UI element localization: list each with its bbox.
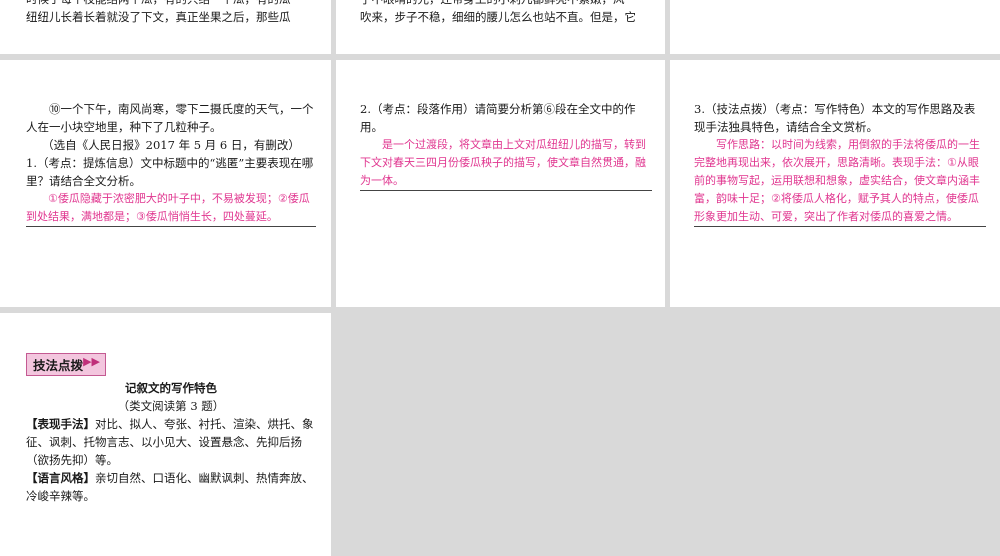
tips-subtitle: （类文阅读第 3 题） xyxy=(117,399,225,413)
top-left-panel: 时候于每个枝能结两个瓜，有的只结一个瓜，有的瓜 纽纽儿长着长着就没了下文，真正坐… xyxy=(0,0,331,54)
top-left-line-1: 时候于每个枝能结两个瓜，有的只结一个瓜，有的瓜 xyxy=(26,0,316,8)
panel-question-1: ⑩一个下午，南风尚寒，零下二摄氏度的天气，一个人在一小块空地里，种下了几粒种子。… xyxy=(0,60,331,307)
top-mid-line-1: 了不眼晴的光，还带身上的小刺儿都鲜亮不紫嫩，风 xyxy=(360,0,650,8)
question-3: 3.（技法点拨）（考点：写作特色）本文的写作思路及表现手法独具特色，请结合全文赏… xyxy=(694,102,976,134)
question-1: 1.（考点：提炼信息）文中标题中的“逃匿”主要表现在哪里？请结合全文分析。 xyxy=(26,156,314,188)
answer-1: ①倭瓜隐藏于浓密肥大的叶子中，不易被发现；②倭瓜到处结果，满地都是；③倭瓜悄悄生… xyxy=(26,190,316,227)
double-arrow-icon: ▶▶ xyxy=(83,355,101,368)
tips-title: 记叙文的写作特色 xyxy=(125,381,217,395)
top-mid-panel: 了不眼晴的光，还带身上的小刺儿都鲜亮不紫嫩，风 吹来，步子不稳，细细的腰儿怎么也… xyxy=(336,0,665,54)
tips-language: 【语言风格】亲切自然、口语化、幽默讽刺、热情奔放、冷峻辛辣等。 xyxy=(26,469,316,505)
question-2: 2.（考点：段落作用）请简要分析第⑥段在全文中的作用。 xyxy=(360,102,636,134)
answer-3: 写作思路：以时间为线索，用倒叙的手法将倭瓜的一生完整地再现出来，依次展开，思路清… xyxy=(694,136,986,227)
panel-question-2: 2.（考点：段落作用）请简要分析第⑥段在全文中的作用。 是一个过渡段，将文章由上… xyxy=(336,60,665,307)
source-note: （选自《人民日报》2017 年 5 月 6 日，有删改） xyxy=(42,138,300,152)
top-right-panel xyxy=(670,0,1000,54)
paragraph-10: ⑩一个下午，南风尚寒，零下二摄氏度的天气，一个人在一小块空地里，种下了几粒种子。 xyxy=(26,102,314,134)
panel-technique-tips: 技法点拨 ▶▶ 记叙文的写作特色 （类文阅读第 3 题） 【表现手法】对比、拟人… xyxy=(0,313,331,556)
technique-tag: 技法点拨 ▶▶ xyxy=(26,353,107,376)
language-label: 【语言风格】 xyxy=(26,471,95,485)
panel-question-3: 3.（技法点拨）（考点：写作特色）本文的写作思路及表现手法独具特色，请结合全文赏… xyxy=(670,60,1000,307)
tips-expression: 【表现手法】对比、拟人、夸张、衬托、渲染、烘托、象征、讽刺、托物言志、以小见大、… xyxy=(26,415,316,469)
top-left-line-2: 纽纽儿长着长着就没了下文，真正坐果之后，那些瓜 xyxy=(26,10,291,24)
answer-2: 是一个过渡段，将文章由上文对瓜纽纽儿的描写，转到下文对春天三四月份倭瓜秧子的描写… xyxy=(360,136,652,191)
technique-tag-label: 技法点拨 xyxy=(33,358,84,373)
top-mid-line-2: 吹来，步子不稳，细细的腰儿怎么也站不直。但是，它 xyxy=(360,10,636,24)
expression-label: 【表现手法】 xyxy=(26,417,95,431)
